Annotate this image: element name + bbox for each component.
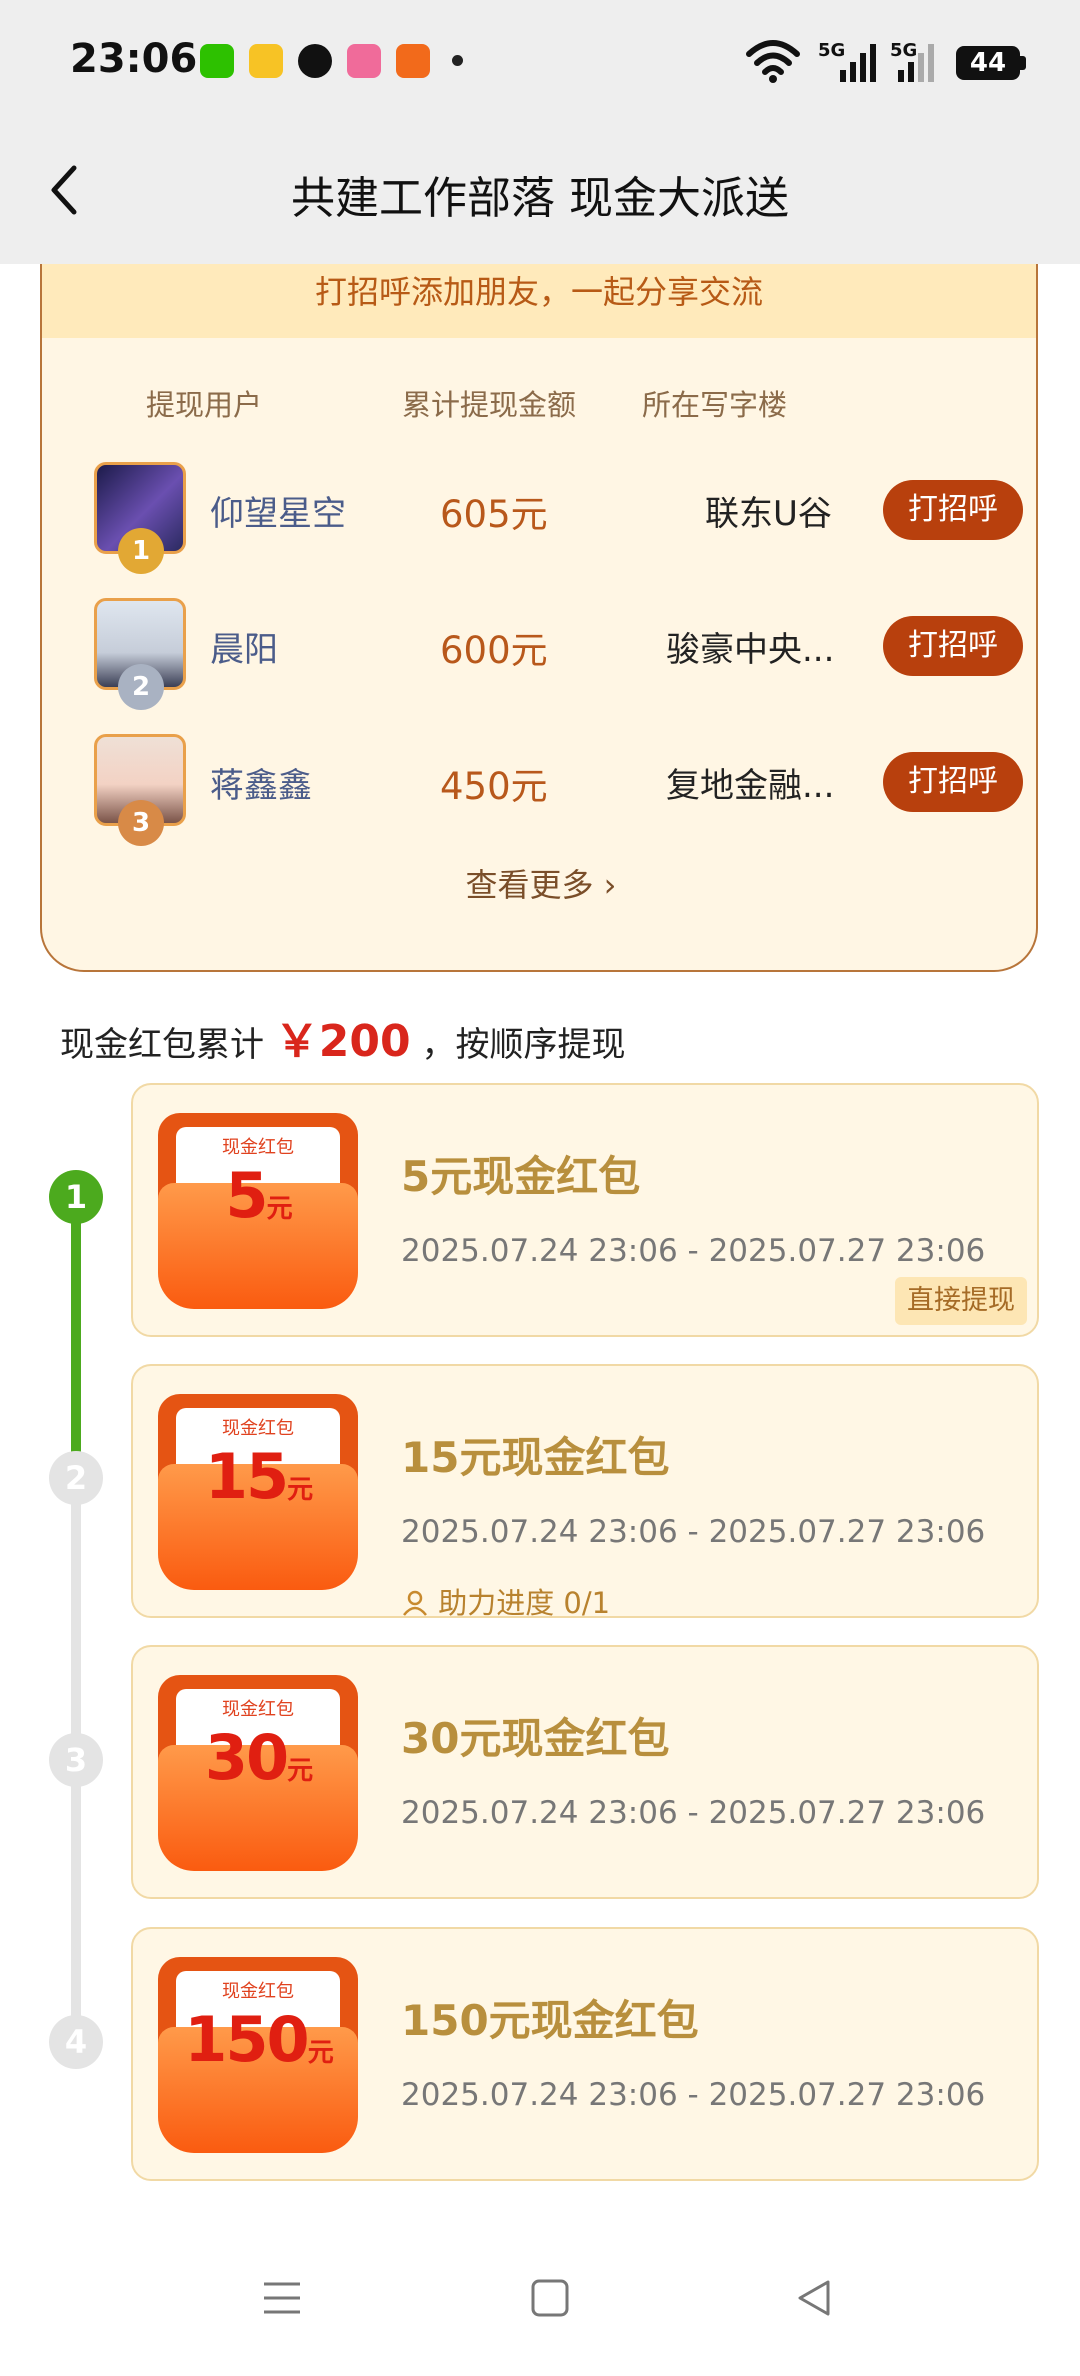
page-title: 共建工作部落 现金大派送 xyxy=(291,173,789,224)
packet-value: 150元 xyxy=(184,2003,333,2076)
red-packet-card[interactable]: 现金红包 5元 5元现金红包 2025.07.24 23:06 - 2025.0… xyxy=(131,1083,1039,1337)
home-icon[interactable] xyxy=(530,2278,570,2318)
user-name: 蒋鑫鑫 xyxy=(210,766,312,806)
cash-summary: 现金红包累计 ￥200 ，按顺序提现 xyxy=(60,1005,625,1069)
packet-date-range: 2025.07.24 23:06 - 2025.07.27 23:06 xyxy=(401,1233,986,1269)
signal-icon xyxy=(898,44,934,82)
column-header-amount: 累计提现金额 xyxy=(402,388,577,422)
leaderboard-banner: 打招呼添加朋友，一起分享交流 xyxy=(42,264,1036,338)
step-marker: 3 xyxy=(49,1733,103,1787)
packet-title: 30元现金红包 xyxy=(401,1714,670,1763)
greet-button[interactable]: 打招呼 xyxy=(883,616,1023,676)
packet-title: 150元现金红包 xyxy=(401,1996,699,2045)
packet-value: 15元 xyxy=(204,1440,313,1513)
rank-medal-icon: 2 xyxy=(118,664,164,710)
packet-date-range: 2025.07.24 23:06 - 2025.07.27 23:06 xyxy=(401,1795,986,1831)
packet-title: 15元现金红包 xyxy=(401,1433,670,1482)
red-packet-icon: 现金红包 5元 xyxy=(158,1113,358,1309)
leaderboard-row: 2 晨阳 600元 骏豪中央... 打招呼 xyxy=(94,598,1036,710)
red-packet-icon: 现金红包 30元 xyxy=(158,1675,358,1871)
withdraw-amount: 605元 xyxy=(440,493,548,536)
packet-label: 现金红包 xyxy=(222,1418,294,1439)
qq-icon xyxy=(298,44,332,78)
leaderboard-row: 3 蒋鑫鑫 450元 复地金融... 打招呼 xyxy=(94,734,1036,846)
app-pink-icon xyxy=(347,44,381,78)
summary-prefix: 现金红包累计 xyxy=(60,1025,264,1065)
battery-icon: 44 xyxy=(956,46,1020,80)
view-more-link[interactable]: 查看更多 › xyxy=(42,860,1036,906)
step-marker: 2 xyxy=(49,1451,103,1505)
menu-icon[interactable] xyxy=(262,2278,302,2318)
packet-value: 30元 xyxy=(204,1721,313,1794)
step-marker: 4 xyxy=(49,2015,103,2069)
signal-icon xyxy=(840,44,876,82)
building-name: 复地金融... xyxy=(666,766,835,806)
wechat-icon xyxy=(200,44,234,78)
wifi-icon xyxy=(746,40,800,83)
red-packet-card[interactable]: 现金红包 150元 150元现金红包 2025.07.24 23:06 - 20… xyxy=(131,1927,1039,2181)
direct-withdraw-tag[interactable]: 直接提现 xyxy=(895,1277,1027,1325)
packet-value: 5元 xyxy=(225,1159,292,1232)
rank-medal-icon: 3 xyxy=(118,800,164,846)
red-packet-card[interactable]: 现金红包 30元 30元现金红包 2025.07.24 23:06 - 2025… xyxy=(131,1645,1039,1899)
user-name: 仰望星空 xyxy=(210,494,346,534)
red-packet-icon: 现金红包 15元 xyxy=(158,1394,358,1590)
building-name: 骏豪中央... xyxy=(666,630,835,670)
rank-medal-icon: 1 xyxy=(118,528,164,574)
person-icon xyxy=(403,1590,427,1616)
packet-title: 5元现金红包 xyxy=(401,1152,641,1201)
notification-dot-icon xyxy=(452,55,463,66)
greet-button[interactable]: 打招呼 xyxy=(883,752,1023,812)
leaderboard-row: 1 仰望星空 605元 联东U谷 打招呼 xyxy=(94,462,1036,574)
summary-amount: ￥200 xyxy=(274,1016,411,1067)
user-name: 晨阳 xyxy=(210,630,278,670)
red-packet-card[interactable]: 现金红包 15元 15元现金红包 2025.07.24 23:06 - 2025… xyxy=(131,1364,1039,1620)
column-header-building: 所在写字楼 xyxy=(642,388,788,422)
status-time: 23:06 xyxy=(70,36,198,82)
withdraw-amount: 450元 xyxy=(440,765,548,808)
packet-date-range: 2025.07.24 23:06 - 2025.07.27 23:06 xyxy=(401,1514,986,1550)
red-packet-icon: 现金红包 150元 xyxy=(158,1957,358,2153)
packet-label: 现金红包 xyxy=(222,1699,294,1720)
back-nav-icon[interactable] xyxy=(794,2278,834,2318)
app-orange-icon xyxy=(396,44,430,78)
summary-suffix: ，按顺序提现 xyxy=(421,1025,626,1065)
building-name: 联东U谷 xyxy=(705,494,832,534)
copy-app-icon xyxy=(249,44,283,78)
withdraw-amount: 600元 xyxy=(440,629,548,672)
step-marker: 1 xyxy=(49,1170,103,1224)
leaderboard-card: 打招呼添加朋友，一起分享交流 提现用户 累计提现金额 所在写字楼 1 仰望星空 … xyxy=(40,264,1038,972)
assist-progress: 助力进度 0/1 xyxy=(401,1580,610,1622)
timeline-progress xyxy=(71,1197,81,1452)
column-header-user: 提现用户 xyxy=(146,388,263,422)
greet-button[interactable]: 打招呼 xyxy=(883,480,1023,540)
packet-label: 现金红包 xyxy=(222,1981,294,2002)
battery-tip xyxy=(1020,56,1026,70)
packet-label: 现金红包 xyxy=(222,1137,294,1158)
packet-date-range: 2025.07.24 23:06 - 2025.07.27 23:06 xyxy=(401,2077,986,2113)
